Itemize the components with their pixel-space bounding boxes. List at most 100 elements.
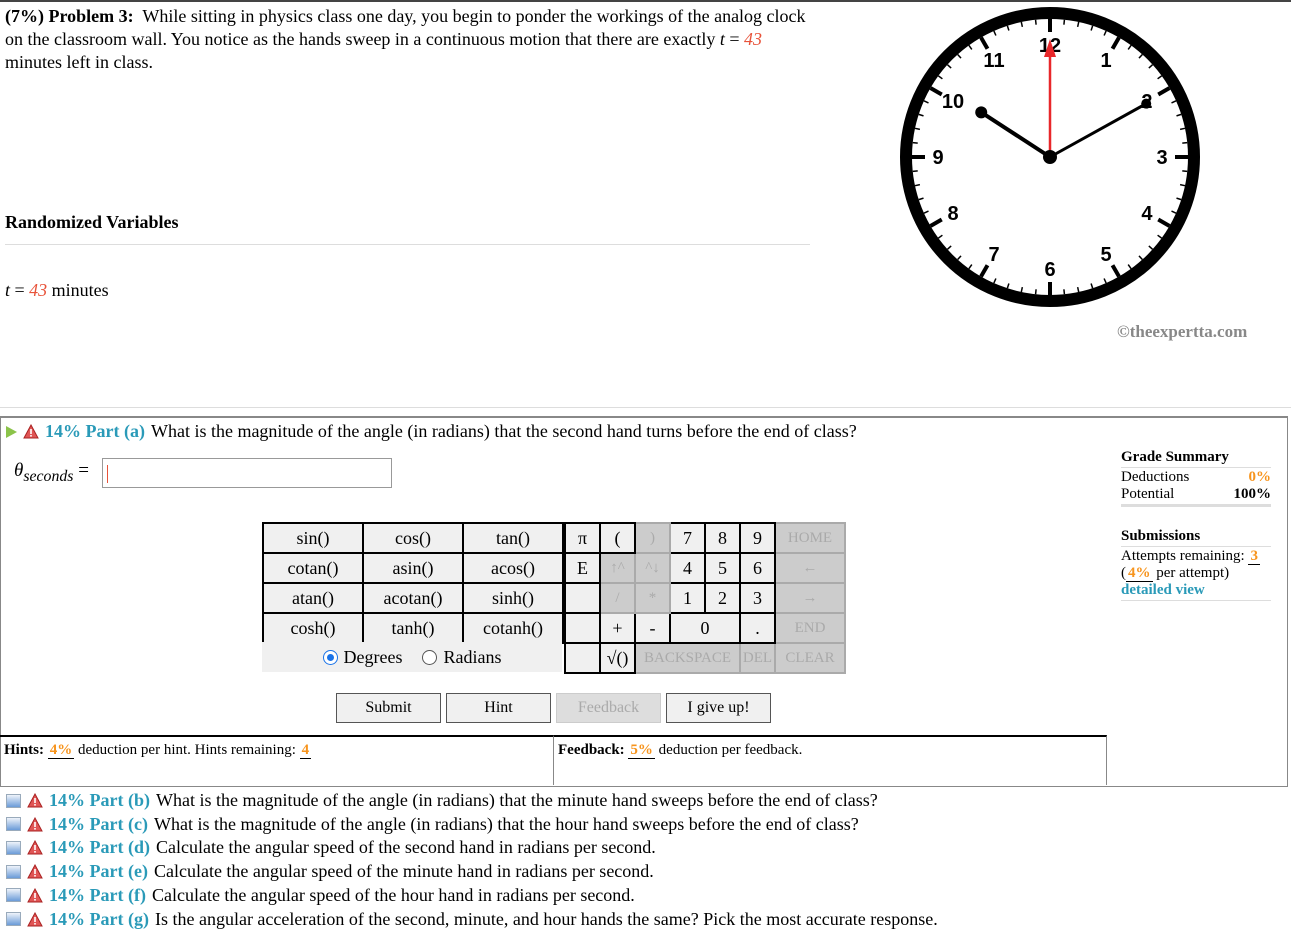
key-9[interactable]: 9 [739,522,776,554]
clock-tick [1182,170,1188,173]
key-empty [564,642,601,674]
key-empty [564,612,601,644]
key-6[interactable]: 6 [739,552,776,584]
key-function[interactable]: cotanh() [462,612,564,644]
key-minus[interactable]: - [634,612,671,644]
collapsed-box-icon[interactable] [6,888,21,903]
part-header[interactable]: 14% Part (f) Calculate the angular speed … [6,885,635,906]
key-function[interactable]: sinh() [462,582,564,614]
key-4[interactable]: 4 [669,552,706,584]
feedback-info: Feedback: 5% deduction per feedback. [553,735,1107,785]
clock-tick [1076,286,1080,293]
part-question: What is the magnitude of the angle (in r… [150,421,857,441]
deductions-label: Deductions [1121,469,1190,485]
hint-button[interactable]: Hint [446,693,551,723]
clock-number: 3 [1156,147,1167,169]
part-question: Calculate the angular speed of the hour … [151,884,635,905]
key-function[interactable]: tanh() [362,612,464,644]
collapsed-box-icon[interactable] [6,817,21,832]
submit-button[interactable]: Submit [336,693,441,723]
key-left[interactable]: ← [774,552,846,584]
key-multiply[interactable]: * [634,582,671,614]
key-3[interactable]: 3 [739,582,776,614]
clock-number: 11 [983,50,1004,72]
function-keypad: sin() cos() tan() cotan() asin() acos() atan()… [262,522,564,644]
key-function[interactable]: acos() [462,552,564,584]
key-e[interactable]: E [564,552,601,584]
key-function[interactable]: cos() [362,522,464,554]
key-dot[interactable]: . [739,612,776,644]
part-label: 14% Part (d) [49,837,150,858]
part-question: Calculate the angular speed of the secon… [155,837,656,858]
warning-icon [27,793,43,808]
key-function[interactable]: sin() [262,522,364,554]
collapsed-box-icon[interactable] [6,840,21,855]
key-1[interactable]: 1 [669,582,706,614]
part-header[interactable]: 14% Part (c) What is the magnitude of the… [6,814,859,835]
key-clear[interactable]: CLEAR [774,642,846,674]
key-backspace[interactable]: BACKSPACE [634,642,741,674]
clock-image: 121234567891011 [900,7,1200,307]
expand-arrow-icon[interactable] [6,425,17,438]
collapsed-box-icon[interactable] [6,912,21,926]
key-close-paren[interactable]: ) [634,522,671,554]
key-open-paren[interactable]: ( [599,522,636,554]
feedback-button[interactable]: Feedback [556,693,661,723]
per-attempt: (4% per attempt) [1121,565,1230,582]
part-question: Is the angular acceleration of the secon… [154,908,938,929]
radians-radio[interactable] [422,649,438,665]
key-function[interactable]: asin() [362,552,464,584]
key-down[interactable]: ^↓ [634,552,671,584]
clock-number: 8 [947,203,958,225]
collapsed-box-icon[interactable] [6,864,21,879]
submissions-title: Submissions [1121,528,1201,544]
part-header[interactable]: 14% Part (d) Calculate the angular speed … [6,837,656,858]
key-end[interactable]: END [774,612,846,644]
key-function[interactable]: atan() [262,582,364,614]
randomized-variable: t = 43 minutes [5,280,109,300]
key-right[interactable]: → [774,582,846,614]
potential-label: Potential [1121,486,1175,502]
clock-number: 1 [1100,50,1111,72]
key-function[interactable]: acotan() [362,582,464,614]
key-up[interactable]: ↑^ [599,552,636,584]
key-pi[interactable]: π [564,522,601,554]
give-up-button[interactable]: I give up! [666,693,771,723]
key-8[interactable]: 8 [704,522,741,554]
part-question: What is the magnitude of the angle (in r… [153,813,859,834]
warning-icon [27,840,43,855]
warning-icon [27,816,43,832]
key-home[interactable]: HOME [774,522,846,554]
key-5[interactable]: 5 [704,552,741,584]
key-empty [564,582,601,614]
clock-tick [914,127,921,131]
clock-tick [914,183,921,187]
collapsed-box-icon[interactable] [6,793,21,808]
clock-number: 6 [1044,259,1055,281]
detailed-view-link[interactable]: detailed view [1121,582,1271,599]
key-7[interactable]: 7 [669,522,706,554]
part-header[interactable]: 14% Part (b) What is the magnitude of the… [6,790,878,811]
key-function[interactable]: cosh() [262,612,364,644]
grade-summary-title: Grade Summary [1121,449,1229,465]
part-header[interactable]: 14% Part (g) Is the angular acceleration … [6,909,938,930]
clock-tick [1179,183,1186,187]
part-header[interactable]: 14% Part (e) Calculate the angular speed … [6,861,654,882]
key-sqrt[interactable]: √() [599,642,636,674]
key-2[interactable]: 2 [704,582,741,614]
key-divide[interactable]: / [599,582,636,614]
deductions-value: 0% [1248,469,1272,485]
key-function[interactable]: cotan() [262,552,364,584]
degrees-radio[interactable] [322,649,338,665]
part-question: Calculate the angular speed of the minut… [153,861,654,882]
key-del[interactable]: DEL [739,642,776,674]
key-plus[interactable]: + [599,612,636,644]
part-label: 14% Part (a) [45,421,145,441]
answer-input[interactable] [102,458,392,488]
clock-tick [1182,141,1188,144]
part-a-header[interactable]: 14% Part (a) What is the magnitude of th… [6,421,857,442]
key-0[interactable]: 0 [669,612,741,644]
part-label: 14% Part (f) [49,884,146,905]
key-function[interactable]: tan() [462,522,564,554]
answer-label: θseconds = [14,460,89,485]
